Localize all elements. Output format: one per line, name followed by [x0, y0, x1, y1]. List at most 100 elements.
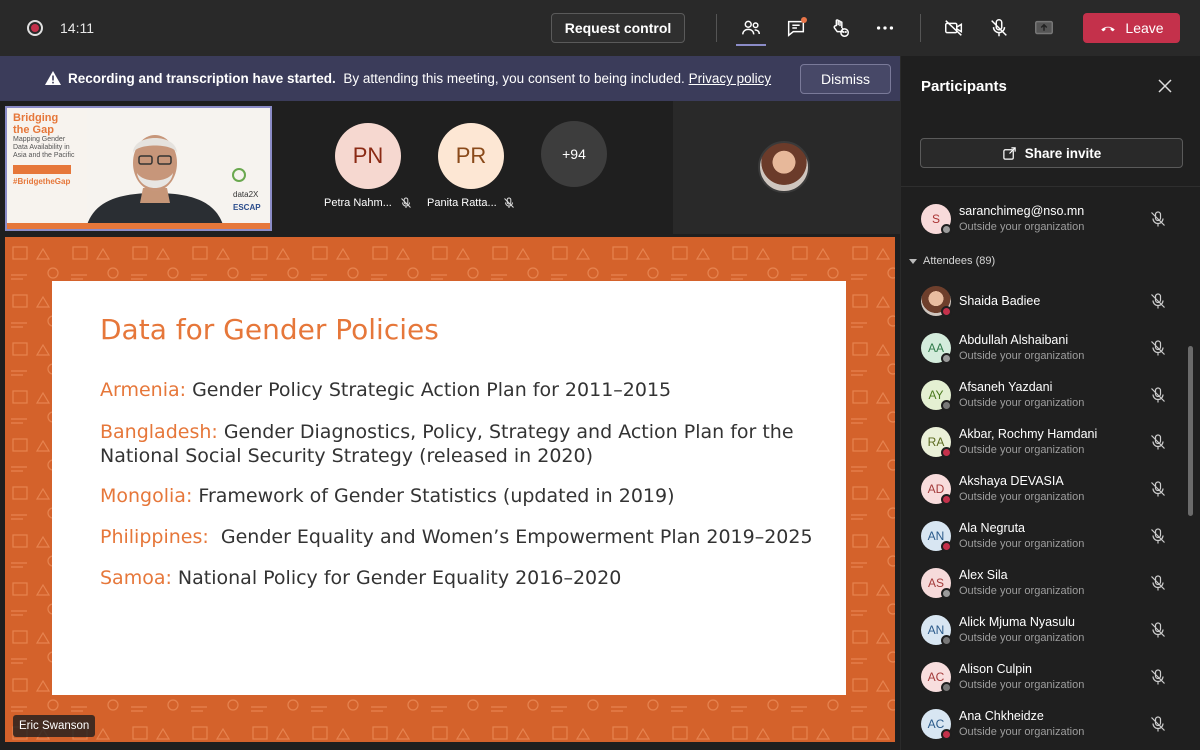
thumb-logo-escap: ESCAP	[233, 203, 261, 212]
thumb-logo-icon	[232, 168, 246, 182]
slide-item-country: Bangladesh:	[100, 421, 218, 443]
participant-row[interactable]: Shaida Badiee	[901, 280, 1191, 324]
participant-row[interactable]: AA Abdullah Alshaibani Outside your organi…	[901, 327, 1191, 371]
mic-off-icon	[1151, 716, 1165, 732]
presence-status-icon	[941, 541, 952, 552]
thumb-hashtag: #BridgetheGap	[13, 177, 71, 186]
participant-org: Outside your organization	[959, 397, 1085, 409]
mic-off-icon	[504, 197, 514, 208]
close-icon[interactable]	[1157, 78, 1173, 94]
banner-text: By attending this meeting, you consent t…	[343, 71, 685, 86]
participant-tile-avatar[interactable]: PN	[335, 123, 401, 189]
privacy-policy-link[interactable]: Privacy policy	[689, 71, 772, 86]
speaker-video	[85, 135, 225, 229]
slide-item-country: Philippines:	[100, 526, 209, 548]
presence-status-icon	[941, 729, 952, 740]
slide-item-country: Armenia:	[100, 379, 187, 401]
leave-button[interactable]: Leave	[1083, 13, 1180, 43]
dismiss-button[interactable]: Dismiss	[800, 64, 891, 94]
reactions-icon[interactable]	[826, 14, 854, 42]
panel-divider	[901, 186, 1200, 187]
toolbar-divider	[920, 14, 921, 42]
mic-off-icon[interactable]	[985, 14, 1013, 42]
meeting-timer: 14:11	[60, 20, 94, 36]
participant-row[interactable]: AS Alex Sila Outside your organization	[901, 562, 1191, 606]
presenter-name-label: Eric Swanson	[13, 715, 96, 737]
toolbar-divider	[716, 14, 717, 42]
participant-row[interactable]: AC Ana Chkheidze Outside your organization	[901, 703, 1191, 747]
mic-off-icon	[1151, 340, 1165, 356]
slide-item-text: Framework of Gender Statistics (updated …	[192, 485, 675, 507]
slide-content: Data for Gender Policies Armenia: Gender…	[52, 281, 846, 695]
avatar-initials: AS	[927, 576, 944, 590]
participant-name: saranchimeg@nso.mn	[959, 204, 1085, 218]
participants-panel: Participants Share invite S saranchimeg@…	[900, 56, 1200, 750]
slide-title: Data for Gender Policies	[100, 313, 439, 346]
avatar-initials: AY	[928, 388, 944, 402]
participant-row[interactable]: S saranchimeg@nso.mn Outside your organi…	[901, 198, 1191, 242]
slide-item-country: Mongolia:	[100, 485, 193, 507]
leave-label: Leave	[1125, 20, 1164, 36]
shared-presentation[interactable]: Data for Gender Policies Armenia: Gender…	[5, 237, 895, 742]
participant-tile-name: Petra Nahm...	[324, 197, 392, 209]
participant-tile-name: Panita Ratta...	[427, 197, 497, 209]
participant-org: Outside your organization	[959, 726, 1085, 738]
participant-row[interactable]: AN Alick Mjuma Nyasulu Outside your organi…	[901, 609, 1191, 653]
mic-off-icon	[1151, 575, 1165, 591]
participant-video-tile[interactable]	[673, 101, 900, 234]
avatar-initials: AN	[927, 623, 945, 637]
thumb-slide-title: Bridging the Gap	[13, 112, 59, 136]
meeting-toolbar: 14:11 Request control Leave	[0, 0, 1200, 56]
warning-icon	[45, 71, 61, 85]
participant-tile-avatar[interactable]: PR	[438, 123, 504, 189]
thumb-slide-subtitle: Mapping Gender Data Availability in Asia…	[13, 136, 75, 159]
active-tab-indicator	[736, 44, 766, 46]
participant-row[interactable]: AN Ala Negruta Outside your organization	[901, 515, 1191, 559]
presence-status-icon	[941, 635, 952, 646]
participant-name: Alick Mjuma Nyasulu	[959, 615, 1076, 629]
mic-off-icon	[1151, 211, 1165, 227]
more-participants-button[interactable]: +94	[541, 121, 607, 187]
participant-org: Outside your organization	[959, 491, 1085, 503]
presence-status-icon	[941, 306, 952, 317]
participant-name: Shaida Badiee	[959, 294, 1041, 308]
presence-status-icon	[941, 494, 952, 505]
participant-row[interactable]: AC Alison Culpin Outside your organization	[901, 656, 1191, 700]
participant-org: Outside your organization	[959, 679, 1085, 691]
avatar-initials: AA	[927, 341, 944, 355]
more-options-icon[interactable]	[871, 14, 899, 42]
thumb-footer-bar	[7, 223, 270, 229]
participant-name: Ala Negruta	[959, 521, 1026, 535]
thumb-logo-data2x: data2X	[233, 190, 259, 199]
presence-status-icon	[941, 588, 952, 599]
avatar-initials: PR	[455, 143, 487, 168]
people-icon[interactable]	[737, 14, 765, 42]
camera-off-icon[interactable]	[940, 14, 968, 42]
slide-item: Samoa: National Policy for Gender Equali…	[100, 566, 820, 590]
attendees-section-header[interactable]: Attendees (89)	[909, 255, 995, 267]
avatar-initials: AN	[927, 529, 945, 543]
request-control-button[interactable]: Request control	[551, 13, 685, 43]
avatar-initials: AC	[927, 670, 945, 684]
panel-title: Participants	[921, 78, 1007, 95]
participant-row[interactable]: AD Akshaya DEVASIA Outside your organizati…	[901, 468, 1191, 512]
mic-off-icon	[1151, 669, 1165, 685]
slide-item-country: Samoa:	[100, 567, 172, 589]
recording-banner: Recording and transcription have started…	[0, 56, 900, 101]
panel-scrollbar[interactable]	[1188, 346, 1193, 516]
speaker-video-tile[interactable]: Bridging the Gap Mapping Gender Data Ava…	[5, 106, 272, 231]
participant-org: Outside your organization	[959, 350, 1085, 362]
attendees-header-label: Attendees (89)	[923, 255, 996, 267]
participant-row[interactable]: AY Afsaneh Yazdani Outside your organizati…	[901, 374, 1191, 418]
participant-row[interactable]: RA Akbar, Rochmy Hamdani Outside your orga…	[901, 421, 1191, 465]
share-icon	[1003, 146, 1016, 160]
participant-name: Ana Chkheidze	[959, 709, 1044, 723]
share-invite-label: Share invite	[1024, 145, 1102, 161]
participant-name: Akshaya DEVASIA	[959, 474, 1064, 488]
presence-status-icon	[941, 353, 952, 364]
participant-name: Afsaneh Yazdani	[959, 380, 1053, 394]
share-invite-button[interactable]: Share invite	[920, 138, 1183, 168]
participant-org: Outside your organization	[959, 444, 1085, 456]
share-screen-icon[interactable]	[1030, 14, 1058, 42]
slide-item: Philippines: Gender Equality and Women’s…	[100, 525, 820, 549]
